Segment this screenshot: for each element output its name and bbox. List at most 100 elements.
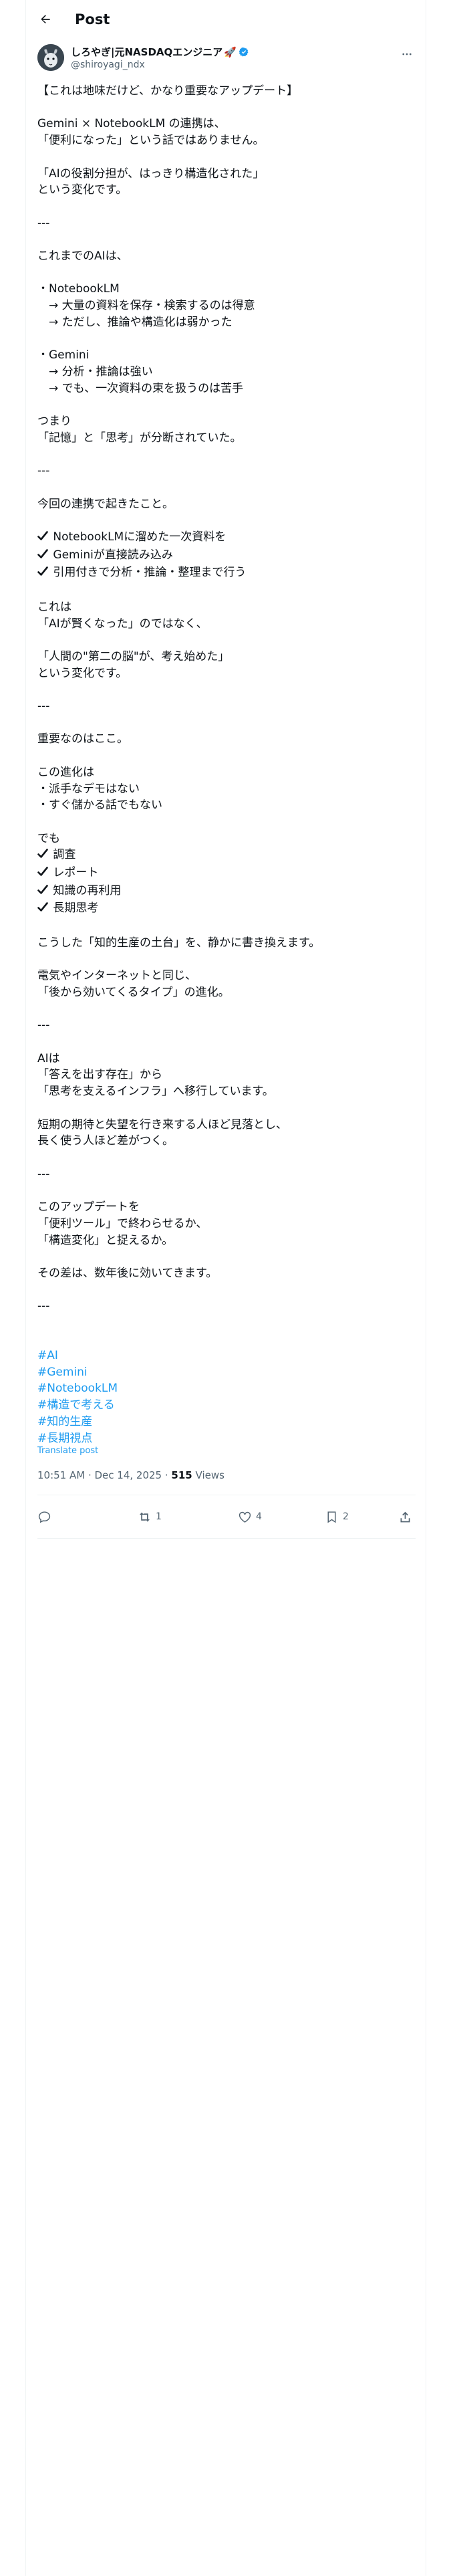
repost-icon bbox=[140, 1512, 150, 1521]
post-line bbox=[37, 1282, 416, 1299]
post-line: → 分析・推論は強い bbox=[37, 364, 153, 379]
post-line bbox=[37, 681, 416, 698]
page-title: Post bbox=[75, 11, 110, 27]
check-mark-icon bbox=[37, 901, 49, 918]
check-mark-icon bbox=[37, 848, 49, 865]
check-item-text: 調査 bbox=[49, 848, 76, 862]
hashtag-link[interactable]: #知的生産 bbox=[37, 1414, 416, 1430]
hashtag-link[interactable]: #長期視点 bbox=[37, 1430, 416, 1447]
divider bbox=[37, 1538, 416, 1539]
post-line: → でも、一次資料の束を扱うのは苦手 bbox=[37, 381, 244, 395]
like-count: 4 bbox=[256, 1511, 262, 1522]
post-line: --- bbox=[37, 216, 50, 230]
repost-count: 1 bbox=[156, 1511, 162, 1522]
author-name-emoji: 🚀 bbox=[224, 46, 237, 58]
check-item: 長期思考 bbox=[37, 900, 416, 918]
more-horizontal-icon bbox=[402, 53, 412, 56]
post-line: 「記憶」と「思考」が分断されていた。 bbox=[37, 431, 242, 445]
hashtag-link[interactable]: #Gemini bbox=[37, 1364, 416, 1381]
hashtag-link[interactable]: #AI bbox=[37, 1348, 416, 1364]
check-item: Geminiが直接読み込み bbox=[37, 547, 416, 565]
author-name-text: しろやぎ|元NASDAQエンジニア bbox=[71, 46, 223, 58]
post-line bbox=[37, 512, 416, 529]
post-line: --- bbox=[37, 1018, 50, 1033]
post-line: 重要なのはここ。 bbox=[37, 732, 128, 746]
goat-avatar-icon bbox=[37, 44, 64, 71]
bookmark-icon bbox=[327, 1511, 336, 1523]
heart-icon bbox=[239, 1511, 251, 1523]
views-count: 515 bbox=[171, 1469, 192, 1481]
like-button[interactable]: 4 bbox=[238, 1503, 262, 1530]
check-item-text: 長期思考 bbox=[49, 901, 99, 916]
post-line: 「思考を支えるインフラ」へ移行しています。 bbox=[37, 1085, 274, 1099]
post-text: 【これは地味だけど、かなり重要なアップデート】 Gemini × Noteboo… bbox=[37, 83, 416, 1315]
avatar[interactable] bbox=[37, 44, 64, 71]
post-line: という変化です。 bbox=[37, 666, 128, 680]
check-item-text: NotebookLMに溜めた一次資料を bbox=[49, 530, 227, 544]
post-line bbox=[37, 715, 416, 732]
post-line bbox=[37, 100, 416, 116]
post-line bbox=[37, 582, 416, 599]
post-line bbox=[37, 748, 416, 764]
post-line bbox=[37, 149, 416, 166]
post-line: 「便利になった」という話ではありません。 bbox=[37, 134, 265, 148]
views-label: Views bbox=[195, 1469, 224, 1481]
post-line: --- bbox=[37, 700, 50, 714]
share-button[interactable] bbox=[398, 1503, 412, 1530]
arrow-left-icon bbox=[41, 15, 50, 23]
post-line: これまでのAIは、 bbox=[37, 249, 128, 263]
bookmark-count: 2 bbox=[343, 1511, 349, 1522]
post-line bbox=[37, 1034, 416, 1051]
post-line: この進化は bbox=[37, 765, 94, 779]
check-item: レポート bbox=[37, 865, 416, 883]
post-line: → ただし、推論や構造化は弱かった bbox=[37, 315, 233, 329]
hashtag-list: #AI #Gemini #NotebookLM #構造で考える #知的生産 #長期視点 bbox=[37, 1348, 416, 1446]
share-icon bbox=[400, 1511, 410, 1522]
repost-button[interactable]: 1 bbox=[138, 1503, 162, 1530]
post-meta: 10:51 AM · Dec 14, 2025 · 515 Views bbox=[37, 1469, 224, 1482]
author-handle[interactable]: @shiroyagi_ndx bbox=[71, 59, 145, 72]
post-line bbox=[37, 1182, 416, 1199]
post-line: 「後から効いてくるタイプ」の進化。 bbox=[37, 985, 230, 999]
post-line: その差は、数年後に効いてきます。 bbox=[37, 1266, 218, 1280]
hashtag-link[interactable]: #NotebookLM bbox=[37, 1380, 416, 1397]
post-line bbox=[37, 265, 416, 282]
post-line: AIは bbox=[37, 1051, 60, 1065]
check-item-text: レポート bbox=[49, 866, 99, 880]
more-options-button[interactable] bbox=[398, 45, 416, 63]
post-line: 【これは地味だけど、かなり重要なアップデート】 bbox=[37, 84, 299, 98]
meta-separator: · bbox=[164, 1469, 172, 1481]
reply-icon bbox=[38, 1511, 51, 1523]
post-line bbox=[37, 632, 416, 649]
post-line bbox=[37, 231, 416, 248]
back-button[interactable] bbox=[36, 10, 55, 29]
translate-post-link[interactable]: Translate post bbox=[37, 1446, 98, 1456]
check-mark-icon bbox=[37, 530, 49, 547]
reply-button[interactable] bbox=[37, 1503, 55, 1530]
post-line: --- bbox=[37, 1167, 50, 1181]
post-line: ・すぐ儲かる話でもない bbox=[37, 798, 162, 813]
post-line bbox=[37, 1100, 416, 1117]
hashtag-link[interactable]: #構造で考える bbox=[37, 1397, 416, 1414]
post-line: 「便利ツール」で終わらせるか、 bbox=[37, 1216, 208, 1230]
check-list-2: 調査 レポート 知識の再利用 長期思考 bbox=[37, 847, 416, 918]
post-line bbox=[37, 331, 416, 348]
bookmark-button[interactable]: 2 bbox=[325, 1503, 349, 1530]
post-line: --- bbox=[37, 1299, 50, 1313]
post-author: しろやぎ|元NASDAQエンジニア 🚀 @shiroyagi_ndx bbox=[37, 41, 416, 75]
check-item-text: Geminiが直接読み込み bbox=[49, 548, 173, 562]
check-mark-icon bbox=[37, 884, 49, 901]
post-timestamp[interactable]: 10:51 AM · Dec 14, 2025 bbox=[37, 1469, 162, 1481]
page-header: Post bbox=[26, 0, 426, 39]
post-line bbox=[37, 1001, 416, 1018]
post-line: 短期の期待と失望を行き来する人ほど見落とし、 bbox=[37, 1117, 287, 1132]
post-line: 「AIの役割分担が、はっきり構造化された」 bbox=[37, 167, 265, 181]
check-item-text: 引用付きで分析・推論・整理まで行う bbox=[49, 566, 247, 580]
post-line: 電気やインターネットと同じ、 bbox=[37, 969, 196, 983]
check-item-text: 知識の再利用 bbox=[49, 883, 122, 897]
post-line: 「構造変化」と捉えるか。 bbox=[37, 1233, 174, 1247]
post-line bbox=[37, 1249, 416, 1265]
post-line bbox=[37, 1150, 416, 1166]
post-line: このアップデートを bbox=[37, 1200, 140, 1214]
check-item: 知識の再利用 bbox=[37, 883, 416, 901]
